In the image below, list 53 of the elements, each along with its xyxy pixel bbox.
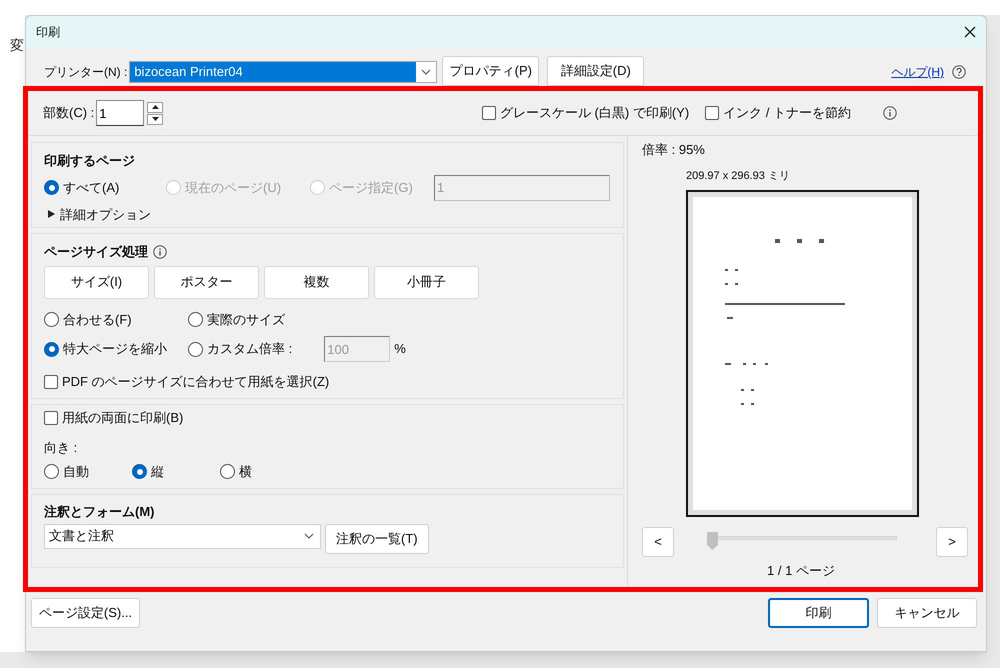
checkbox-option[interactable]: インク / トナーを節約 bbox=[705, 103, 851, 123]
section-title: ページサイズ処理 bbox=[44, 243, 148, 261]
previous-page-button[interactable]: < bbox=[642, 527, 674, 557]
checkbox-option[interactable]: PDF のページサイズに合わせて用紙を選択(Z) bbox=[44, 372, 611, 392]
radio-option[interactable]: 縦 bbox=[132, 462, 220, 482]
next-page-button[interactable]: > bbox=[936, 527, 968, 557]
radio-option[interactable]: 合わせる(F) bbox=[44, 310, 132, 329]
help-icon[interactable] bbox=[952, 65, 966, 79]
radio-option[interactable]: カスタム倍率 : bbox=[188, 339, 292, 359]
annotation-list-button[interactable]: 注釈の一覧(T) bbox=[325, 524, 429, 554]
up-arrow-icon bbox=[152, 105, 159, 109]
radio-option[interactable]: すべて(A) bbox=[44, 178, 166, 198]
mode-tab[interactable]: 複数 bbox=[264, 266, 369, 298]
radio-option[interactable]: 横 bbox=[220, 462, 308, 482]
mode-tab[interactable]: サイズ(I) bbox=[44, 266, 149, 298]
orientation-label: 向き : bbox=[44, 438, 78, 456]
section-title: 印刷するページ bbox=[44, 152, 136, 170]
slider-thumb[interactable] bbox=[707, 532, 718, 550]
down-arrow-icon bbox=[152, 117, 159, 121]
background-text: 変 bbox=[9, 36, 24, 55]
radio-option[interactable]: 自動 bbox=[44, 462, 132, 482]
radio-option[interactable]: 特大ページを縮小 bbox=[44, 339, 167, 359]
cancel-button[interactable]: キャンセル bbox=[877, 598, 977, 628]
percent-label: % bbox=[394, 340, 406, 358]
triangle-icon bbox=[48, 210, 55, 218]
printer-label: プリンター(N) : bbox=[44, 64, 128, 81]
spinner-control[interactable] bbox=[147, 102, 164, 124]
mode-tab[interactable]: 小冊子 bbox=[374, 266, 479, 298]
help-link[interactable]: ヘルプ(H) bbox=[891, 63, 944, 81]
page-setup-button[interactable]: ページ設定(S)... bbox=[31, 598, 140, 628]
print-button[interactable]: 印刷 bbox=[768, 598, 869, 628]
printer-select[interactable]: bizocean Printer04 bbox=[129, 61, 438, 83]
radio-option[interactable]: 実際のサイズ bbox=[188, 310, 285, 329]
info-icon bbox=[153, 244, 167, 259]
copies-label: 部数(C) : bbox=[43, 104, 94, 122]
page-slider[interactable] bbox=[707, 532, 897, 552]
chevron-down-icon bbox=[304, 533, 314, 539]
info-icon bbox=[883, 106, 897, 120]
more-options-toggle[interactable]: 詳細オプション bbox=[44, 204, 611, 224]
window-title: 印刷 bbox=[36, 24, 60, 41]
printer-button[interactable]: プロパティ(P) bbox=[442, 56, 540, 86]
section-title: 注釈とフォーム(M) bbox=[44, 503, 156, 521]
checkbox-option[interactable]: 用紙の両面に印刷(B) bbox=[44, 408, 611, 428]
zoom-label: 倍率 : 95% bbox=[642, 141, 706, 159]
page-dimensions: 209.97 x 296.93 ミリ bbox=[686, 168, 791, 184]
copies-field[interactable]: 1 bbox=[96, 100, 144, 126]
checkbox-option[interactable]: グレースケール (白黒) で印刷(Y) bbox=[482, 103, 690, 123]
page-counter: 1 / 1 ページ bbox=[767, 562, 835, 580]
annotations-select[interactable]: 文書と注釈 bbox=[44, 524, 321, 548]
mode-tab[interactable]: ポスター bbox=[154, 266, 259, 298]
printer-button[interactable]: 詳細設定(D) bbox=[547, 56, 644, 86]
close-icon[interactable] bbox=[964, 26, 976, 38]
chevron-down-icon bbox=[421, 69, 432, 75]
